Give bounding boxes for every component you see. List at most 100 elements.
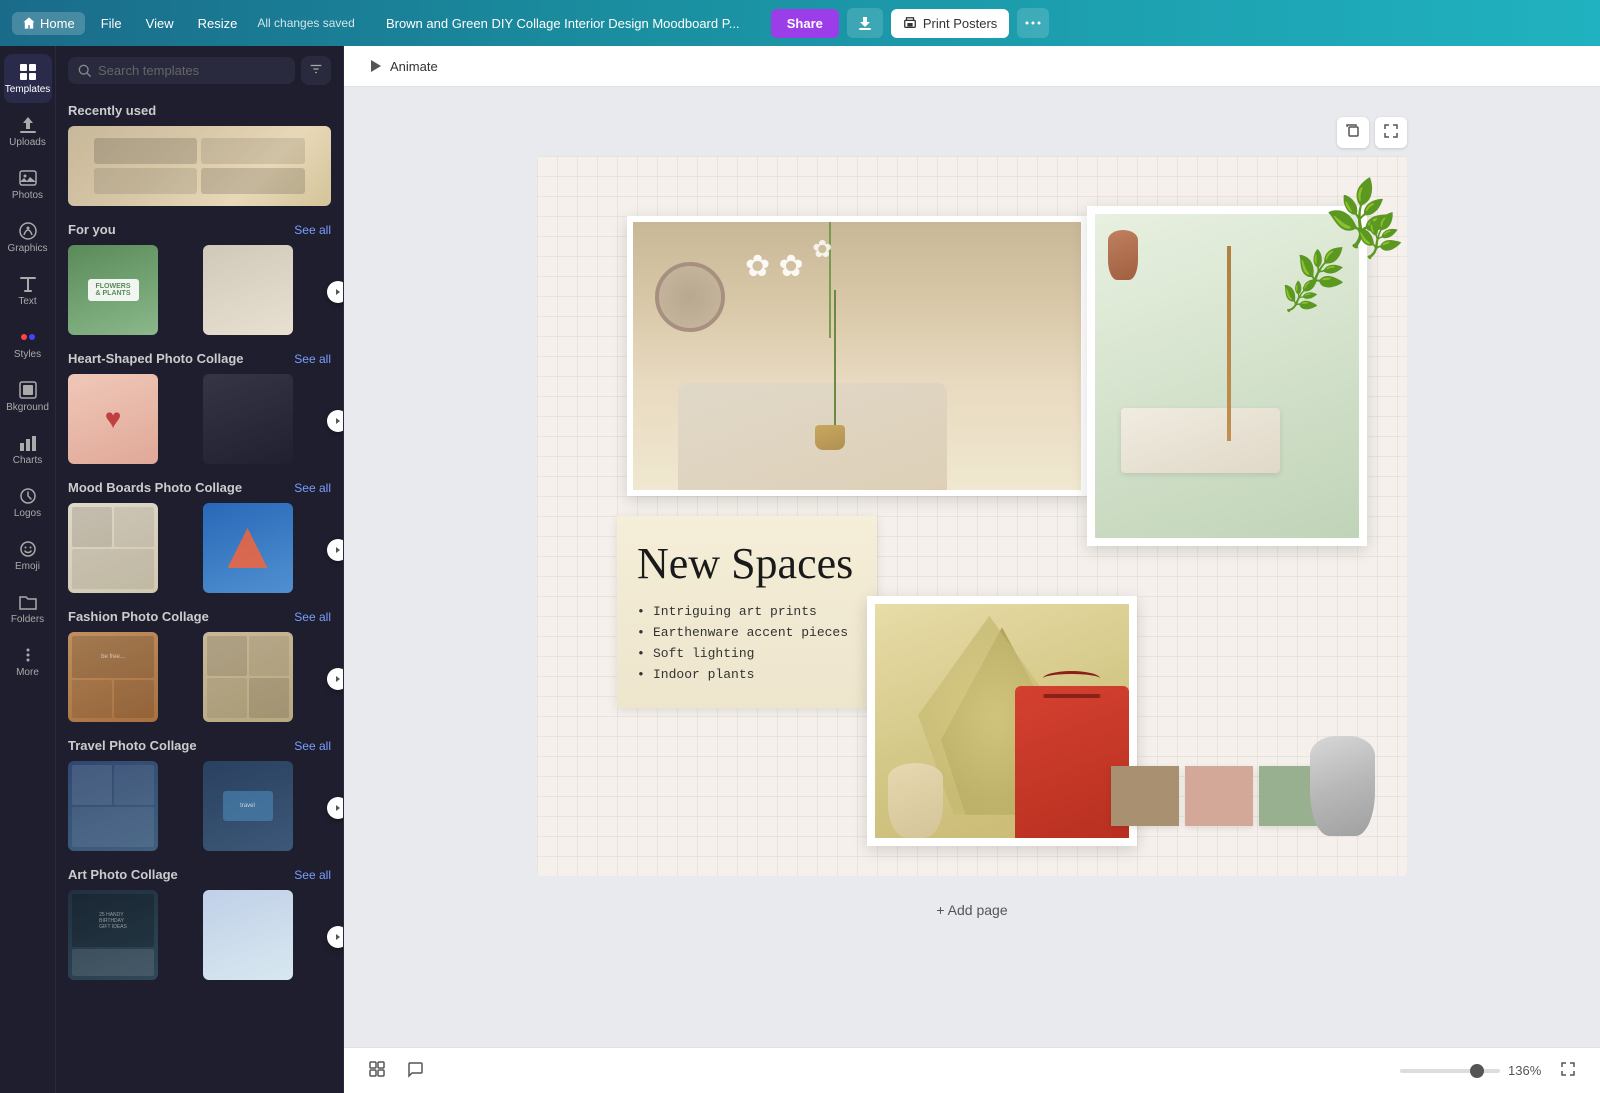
sidebar-item-charts[interactable]: Charts xyxy=(4,425,52,474)
share-button[interactable]: Share xyxy=(771,9,839,38)
recently-used-thumb[interactable] xyxy=(68,126,331,206)
search-area xyxy=(56,46,343,95)
main-photo[interactable]: ✿ ✿ ✿ xyxy=(627,216,1087,496)
mood-thumb-1[interactable] xyxy=(68,503,158,593)
canvas-top-actions xyxy=(537,117,1407,148)
sidebar-item-background[interactable]: Bkground xyxy=(4,372,52,421)
art-thumb-1[interactable]: 25 HANDYBIRTHDAYGIFT IDEAS xyxy=(68,890,158,980)
bullet-list: Intriguing art prints Earthenware accent… xyxy=(637,604,857,682)
copy-canvas-button[interactable] xyxy=(1337,117,1369,148)
sidebar-item-text[interactable]: Text xyxy=(4,266,52,315)
fashion-thumb-1[interactable]: be free... xyxy=(68,632,158,722)
for-you-see-all[interactable]: See all xyxy=(294,223,331,237)
photos-label: Photos xyxy=(12,190,43,201)
travel-next-arrow[interactable] xyxy=(327,797,344,819)
right-photo-inner: 🌿 🌿 xyxy=(1095,214,1359,538)
art-section-header: Art Photo Collage See all xyxy=(56,859,343,886)
art-thumb-2[interactable] xyxy=(203,890,293,980)
mood-see-all[interactable]: See all xyxy=(294,481,331,495)
for-you-thumb-1[interactable]: FLOWERS& PLANTS xyxy=(68,245,158,335)
templates-panel: Recently used For you See all xyxy=(56,46,344,1093)
print-label: Print Posters xyxy=(923,16,997,31)
left-sidebar: Templates Uploads Photos Graphics Text S… xyxy=(0,46,56,1093)
comment-button[interactable] xyxy=(402,1056,428,1085)
animate-button[interactable]: Animate xyxy=(360,54,446,78)
fashion-next-arrow[interactable] xyxy=(327,668,344,690)
animate-icon xyxy=(368,58,384,74)
art-title: Art Photo Collage xyxy=(68,867,178,882)
mood-thumb-2[interactable] xyxy=(203,503,293,593)
styles-label: Styles xyxy=(14,349,41,360)
sidebar-item-photos[interactable]: Photos xyxy=(4,160,52,209)
main-layout: Templates Uploads Photos Graphics Text S… xyxy=(0,46,1600,1093)
heart-see-all[interactable]: See all xyxy=(294,352,331,366)
heart-thumb-2[interactable] xyxy=(203,374,293,464)
mood-next-arrow[interactable] xyxy=(327,539,344,561)
right-photo-content: 🌿 🌿 xyxy=(1095,214,1359,538)
heart-thumbs: ♥ xyxy=(56,370,343,472)
fashion-thumb-2[interactable] xyxy=(203,632,293,722)
file-menu[interactable]: File xyxy=(93,12,130,35)
add-page-button[interactable]: + Add page xyxy=(924,896,1019,924)
sidebar-item-templates[interactable]: Templates xyxy=(4,54,52,103)
home-button[interactable]: Home xyxy=(12,12,85,35)
emoji-label: Emoji xyxy=(15,561,40,572)
zoom-value: 136% xyxy=(1508,1063,1548,1078)
art-see-all[interactable]: See all xyxy=(294,868,331,882)
moodboard-canvas[interactable]: ✿ ✿ ✿ my fave artist xyxy=(537,156,1407,876)
print-posters-button[interactable]: Print Posters xyxy=(891,9,1009,38)
recently-used-thumbs xyxy=(56,126,343,206)
travel-thumb-1[interactable] xyxy=(68,761,158,851)
sidebar-item-folders[interactable]: Folders xyxy=(4,584,52,633)
grid-view-button[interactable] xyxy=(364,1056,390,1085)
sidebar-item-emoji[interactable]: Emoji xyxy=(4,531,52,580)
uploads-label: Uploads xyxy=(9,137,46,148)
fullscreen-button[interactable] xyxy=(1556,1057,1580,1084)
heart-thumb-1[interactable]: ♥ xyxy=(68,374,158,464)
view-menu[interactable]: View xyxy=(138,12,182,35)
travel-title: Travel Photo Collage xyxy=(68,738,197,753)
gray-vase xyxy=(1310,736,1375,836)
for-you-title: For you xyxy=(68,222,116,237)
for-you-section-header: For you See all xyxy=(56,214,343,241)
folders-label: Folders xyxy=(11,614,44,625)
text-block[interactable]: New Spaces Intriguing art prints Earthen… xyxy=(617,516,877,708)
travel-thumb-2[interactable]: travel xyxy=(203,761,293,851)
save-status: All changes saved xyxy=(257,16,354,30)
right-photo-frame[interactable]: 🌿 🌿 xyxy=(1087,206,1367,546)
templates-label: Templates xyxy=(5,84,51,95)
topbar: Home File View Resize All changes saved … xyxy=(0,0,1600,46)
for-you-thumbs: FLOWERS& PLANTS xyxy=(56,241,343,343)
sidebar-item-styles[interactable]: Styles xyxy=(4,319,52,368)
recently-used-section-header: Recently used xyxy=(56,95,343,122)
bottom-center-photo[interactable] xyxy=(867,596,1137,846)
travel-thumbs: travel xyxy=(56,757,343,859)
travel-see-all[interactable]: See all xyxy=(294,739,331,753)
zoom-slider[interactable] xyxy=(1400,1069,1500,1073)
canvas-scroll[interactable]: ✿ ✿ ✿ my fave artist xyxy=(344,87,1600,1047)
resize-menu[interactable]: Resize xyxy=(190,12,246,35)
sidebar-item-more[interactable]: More xyxy=(4,637,52,686)
animate-label: Animate xyxy=(390,59,438,74)
mood-thumbs xyxy=(56,499,343,601)
download-button[interactable] xyxy=(847,8,883,38)
expand-canvas-button[interactable] xyxy=(1375,117,1407,148)
sidebar-item-logos[interactable]: Logos xyxy=(4,478,52,527)
zoom-thumb[interactable] xyxy=(1470,1064,1484,1078)
more-options-button[interactable] xyxy=(1017,8,1049,38)
sidebar-item-uploads[interactable]: Uploads xyxy=(4,107,52,156)
color-swatches xyxy=(1111,766,1327,826)
heart-section-header: Heart-Shaped Photo Collage See all xyxy=(56,343,343,370)
swatch-tan xyxy=(1111,766,1179,826)
filter-button[interactable] xyxy=(301,56,331,85)
for-you-next-arrow[interactable] xyxy=(327,281,344,303)
canvas-toolbar: Animate xyxy=(344,46,1600,87)
fashion-title: Fashion Photo Collage xyxy=(68,609,209,624)
sidebar-item-graphics[interactable]: Graphics xyxy=(4,213,52,262)
search-input[interactable] xyxy=(98,63,285,78)
art-next-arrow[interactable] xyxy=(327,926,344,948)
bullet-item-1: Intriguing art prints xyxy=(637,604,857,619)
for-you-thumb-2[interactable] xyxy=(203,245,293,335)
fashion-see-all[interactable]: See all xyxy=(294,610,331,624)
heart-next-arrow[interactable] xyxy=(327,410,344,432)
